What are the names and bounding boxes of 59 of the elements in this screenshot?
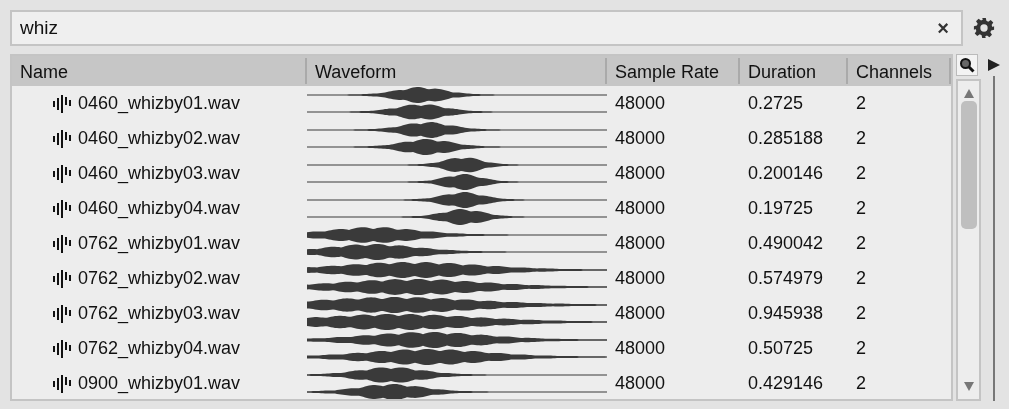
audio-file-icon	[52, 269, 72, 288]
duration-cell: 0.429146	[748, 373, 824, 393]
search-button[interactable]	[956, 54, 978, 76]
sample-rate-cell: 48000	[615, 198, 666, 218]
file-name[interactable]: 0762_whizby04.wav	[78, 335, 241, 362]
audio-file-icon	[52, 339, 72, 358]
sample-rate-cell: 48000	[615, 373, 666, 393]
audio-file-icon	[52, 129, 72, 148]
channels-cell: 2	[856, 373, 866, 393]
channels-cell: 2	[856, 93, 866, 113]
duration-cell: 0.285188	[748, 128, 824, 148]
sample-rate-cell: 48000	[615, 128, 666, 148]
channels-cell: 2	[856, 233, 866, 253]
channels-cell: 2	[856, 303, 866, 323]
scroll-up-icon[interactable]	[962, 87, 975, 99]
channels-cell: 2	[856, 198, 866, 218]
file-name[interactable]: 0460_whizby01.wav	[78, 90, 241, 117]
sample-rate-cell: 48000	[615, 303, 666, 323]
duration-cell: 0.19725	[748, 198, 814, 218]
column-header[interactable]: Channels	[848, 58, 951, 84]
column-header[interactable]: Name	[12, 58, 307, 84]
file-name[interactable]: 0460_whizby03.wav	[78, 160, 241, 187]
duration-cell: 0.200146	[748, 163, 824, 183]
scrollbar[interactable]	[956, 79, 981, 401]
column-header[interactable]: Duration	[740, 58, 848, 84]
duration-cell: 0.2725	[748, 93, 804, 113]
column-header[interactable]: Waveform	[307, 58, 607, 84]
channels-cell: 2	[856, 163, 866, 183]
clear-button[interactable]: ×	[933, 18, 953, 38]
audio-file-icon	[52, 374, 72, 393]
search-field[interactable]: whiz ×	[10, 10, 963, 46]
file-name[interactable]: 0762_whizby01.wav	[78, 230, 241, 257]
sample-rate-cell: 48000	[615, 163, 666, 183]
scroll-thumb[interactable]	[960, 101, 977, 229]
audio-file-icon	[52, 199, 72, 218]
channels-cell: 2	[856, 128, 866, 148]
file-name[interactable]: 0460_whizby02.wav	[78, 125, 241, 152]
settings-icon[interactable]	[973, 17, 995, 39]
audio-file-icon	[52, 164, 72, 183]
file-name[interactable]: 0762_whizby02.wav	[78, 265, 241, 292]
scroll-down-icon[interactable]	[962, 381, 975, 393]
audio-file-icon	[52, 94, 72, 113]
file-name[interactable]: 0900_whizby01.wav	[78, 370, 241, 397]
expand-icon[interactable]	[987, 58, 1001, 72]
duration-cell: 0.490042	[748, 233, 824, 253]
sample-rate-cell: 48000	[615, 268, 666, 288]
channels-cell: 2	[856, 338, 866, 358]
duration-cell: 0.945938	[748, 303, 824, 323]
sample-rate-cell: 48000	[615, 233, 666, 253]
sample-rate-cell: 48000	[615, 338, 666, 358]
audio-file-icon	[52, 304, 72, 323]
duration-cell: 0.50725	[748, 338, 814, 358]
file-name[interactable]: 0762_whizby03.wav	[78, 300, 241, 327]
duration-cell: 0.574979	[748, 268, 824, 288]
column-header[interactable]: Sample Rate	[607, 58, 740, 84]
file-name[interactable]: 0460_whizby04.wav	[78, 195, 241, 222]
channels-cell: 2	[856, 268, 866, 288]
sample-rate-cell: 48000	[615, 93, 666, 113]
audio-file-icon	[52, 234, 72, 253]
